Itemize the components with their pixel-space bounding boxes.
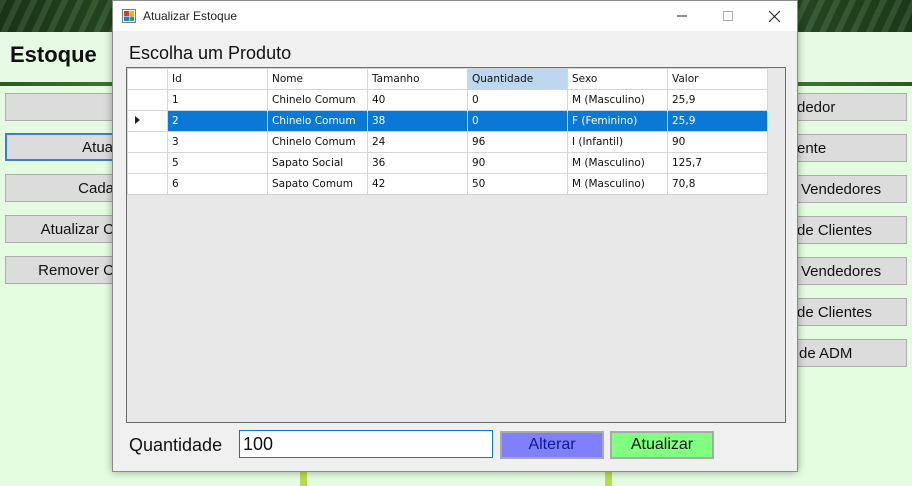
column-header-id[interactable]: Id	[167, 68, 268, 90]
product-table: Id Nome Tamanho Quantidade Sexo Valor 1 …	[127, 68, 768, 195]
cell-sexo[interactable]: I (Infantil)	[567, 131, 668, 153]
current-row-arrow-icon	[135, 116, 140, 124]
cell-nome[interactable]: Chinelo Comum	[267, 89, 368, 111]
close-icon	[768, 10, 780, 22]
table-row[interactable]: 3 Chinelo Comum 24 96 I (Infantil) 90	[127, 131, 768, 153]
column-header-nome[interactable]: Nome	[267, 68, 368, 90]
main-left-button-2[interactable]: Atua	[5, 133, 115, 161]
cell-tamanho[interactable]: 36	[367, 152, 468, 174]
cell-id[interactable]: 5	[167, 152, 268, 174]
dialog-titlebar[interactable]: Atualizar Estoque	[113, 1, 797, 31]
main-right-button-4[interactable]: de Clientes	[796, 216, 907, 244]
cell-nome[interactable]: Sapato Comum	[267, 173, 368, 195]
column-header-tamanho[interactable]: Tamanho	[367, 68, 468, 90]
maximize-button[interactable]	[705, 1, 751, 31]
row-header[interactable]	[127, 89, 168, 111]
atualizar-button[interactable]: Atualizar	[610, 431, 714, 459]
main-left-button-1[interactable]	[5, 93, 115, 121]
column-header-sexo[interactable]: Sexo	[567, 68, 668, 90]
cell-valor[interactable]: 25,9	[667, 89, 768, 111]
row-header-corner[interactable]	[127, 68, 168, 90]
quantity-input[interactable]	[239, 430, 493, 458]
grid-header-row: Id Nome Tamanho Quantidade Sexo Valor	[127, 68, 768, 90]
main-right-button-5[interactable]: Vendedores	[796, 257, 907, 285]
table-row-selected[interactable]: 2 Chinelo Comum 38 0 F (Feminino) 25,9	[127, 110, 768, 132]
cell-id[interactable]: 2	[167, 110, 268, 132]
form-icon	[122, 9, 136, 23]
row-header[interactable]	[127, 110, 168, 132]
cell-quantidade[interactable]: 90	[467, 152, 568, 174]
row-header[interactable]	[127, 173, 168, 195]
cell-sexo[interactable]: M (Masculino)	[567, 89, 668, 111]
cell-nome[interactable]: Sapato Social	[267, 152, 368, 174]
cell-id[interactable]: 3	[167, 131, 268, 153]
cell-quantidade[interactable]: 96	[467, 131, 568, 153]
row-header[interactable]	[127, 131, 168, 153]
main-left-button-3[interactable]: Cada	[5, 174, 115, 202]
main-left-button-5[interactable]: Remover C	[5, 256, 115, 284]
cell-valor[interactable]: 90	[667, 131, 768, 153]
cell-tamanho[interactable]: 40	[367, 89, 468, 111]
main-right-button-6[interactable]: de Clientes	[796, 298, 907, 326]
product-grid[interactable]: Id Nome Tamanho Quantidade Sexo Valor 1 …	[126, 67, 786, 423]
minimize-button[interactable]	[659, 1, 705, 31]
cell-nome[interactable]: Chinelo Comum	[267, 110, 368, 132]
maximize-icon	[723, 11, 733, 21]
update-stock-dialog: Atualizar Estoque Escolha um Produto Id …	[112, 0, 798, 472]
alterar-button[interactable]: Alterar	[500, 431, 604, 459]
cell-tamanho[interactable]: 24	[367, 131, 468, 153]
cell-nome[interactable]: Chinelo Comum	[267, 131, 368, 153]
table-row[interactable]: 5 Sapato Social 36 90 M (Masculino) 125,…	[127, 152, 768, 174]
main-right-button-2[interactable]: ente	[796, 134, 907, 162]
table-row[interactable]: 1 Chinelo Comum 40 0 M (Masculino) 25,9	[127, 89, 768, 111]
dialog-title: Atualizar Estoque	[143, 9, 238, 23]
cell-tamanho[interactable]: 38	[367, 110, 468, 132]
decorative-pole-left	[300, 470, 307, 486]
column-header-quantidade[interactable]: Quantidade	[467, 68, 568, 90]
table-row[interactable]: 6 Sapato Comum 42 50 M (Masculino) 70,8	[127, 173, 768, 195]
cell-id[interactable]: 1	[167, 89, 268, 111]
cell-valor[interactable]: 25,9	[667, 110, 768, 132]
choose-product-heading: Escolha um Produto	[129, 43, 292, 63]
close-button[interactable]	[751, 1, 797, 31]
cell-tamanho[interactable]: 42	[367, 173, 468, 195]
cell-id[interactable]: 6	[167, 173, 268, 195]
cell-quantidade[interactable]: 0	[467, 89, 568, 111]
main-right-button-3[interactable]: Vendedores	[796, 175, 907, 203]
cell-quantidade[interactable]: 50	[467, 173, 568, 195]
cell-sexo[interactable]: M (Masculino)	[567, 152, 668, 174]
main-title: Estoque	[10, 42, 97, 67]
cell-sexo[interactable]: F (Feminino)	[567, 110, 668, 132]
quantity-label: Quantidade	[129, 435, 223, 455]
cell-valor[interactable]: 70,8	[667, 173, 768, 195]
cell-valor[interactable]: 125,7	[667, 152, 768, 174]
main-right-button-7[interactable]: de ADM	[796, 339, 907, 367]
minimize-icon	[677, 15, 687, 17]
cell-quantidade[interactable]: 0	[467, 110, 568, 132]
main-right-button-1[interactable]: dedor	[796, 93, 907, 121]
main-left-button-4[interactable]: Atualizar C	[5, 215, 115, 243]
cell-sexo[interactable]: M (Masculino)	[567, 173, 668, 195]
column-header-valor[interactable]: Valor	[667, 68, 768, 90]
decorative-pole-right	[605, 470, 612, 486]
row-header[interactable]	[127, 152, 168, 174]
